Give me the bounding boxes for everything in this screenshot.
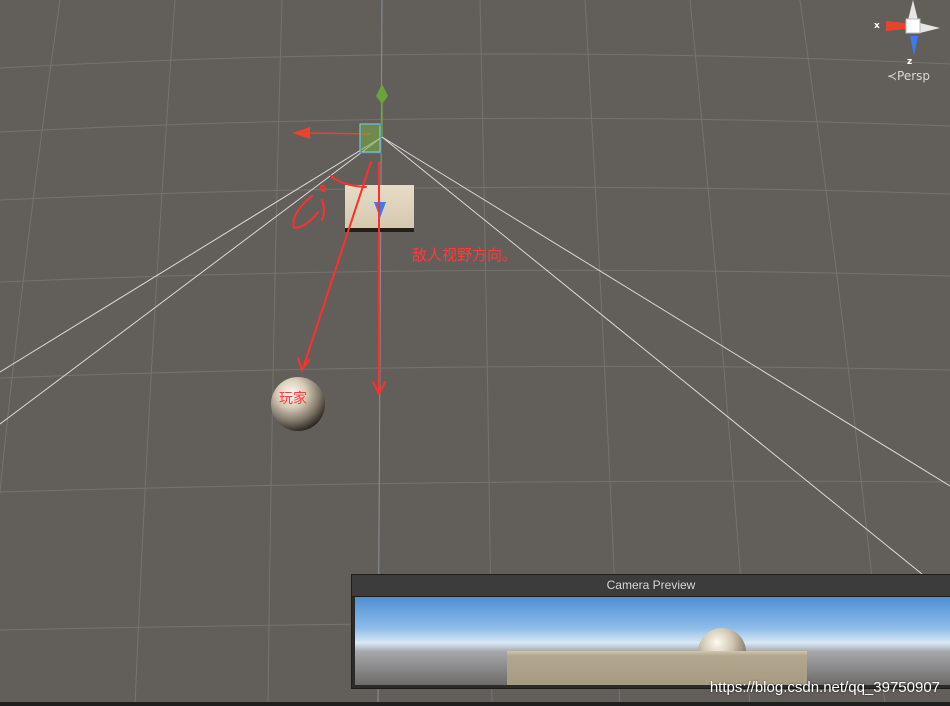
transform-gizmo[interactable] <box>292 84 388 154</box>
orientation-gizmo[interactable]: x z ≺Persp <box>870 0 950 90</box>
player-label: 玩家 <box>279 391 307 407</box>
x-axis-label: x <box>874 21 880 31</box>
enemy-view-direction-label: 敌人视野方向。 <box>412 246 518 264</box>
watermark: https://blog.csdn.net/qq_39750907 <box>709 679 940 696</box>
camera-preview-title: Camera Preview <box>352 575 950 597</box>
projection-toggle[interactable]: ≺Persp <box>887 69 930 83</box>
camera-preview-panel: Camera Preview <box>351 574 950 689</box>
camera-frustum <box>0 136 950 575</box>
bottom-bar <box>0 702 950 706</box>
camera-preview-viewport <box>355 597 950 685</box>
z-axis-label: z <box>907 57 913 67</box>
